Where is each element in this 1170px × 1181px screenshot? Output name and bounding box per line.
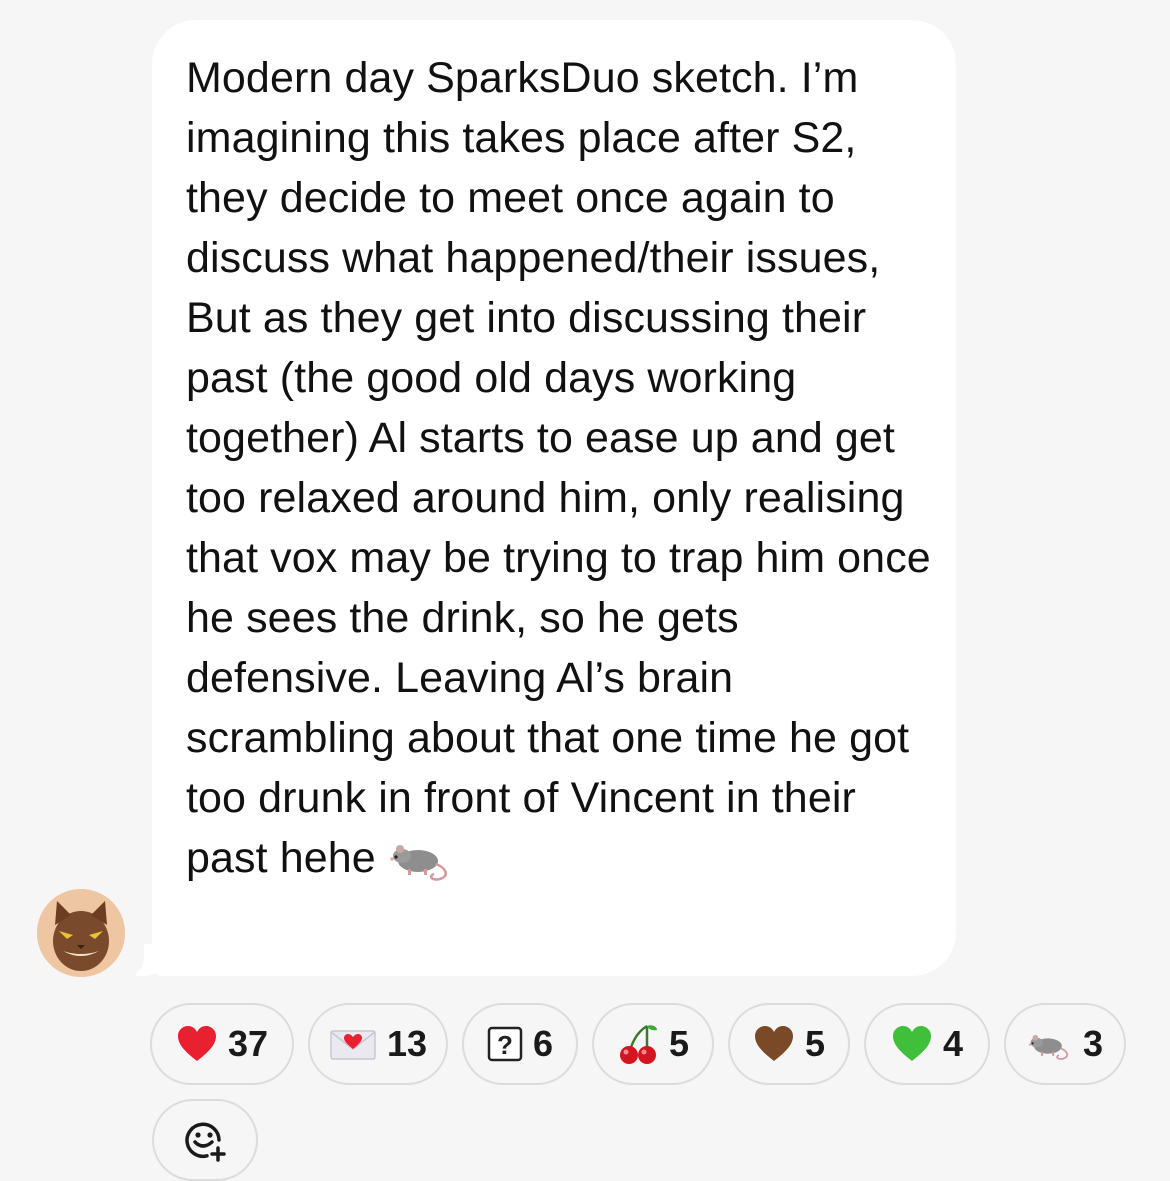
reaction-green-heart[interactable]: 4 [864,1003,990,1085]
sender-avatar[interactable] [37,889,125,977]
cat-avatar-icon [37,889,125,977]
reaction-red-heart[interactable]: 37 [150,1003,294,1085]
brown-heart-icon [754,1026,793,1061]
rat-icon [1028,1034,1069,1060]
add-reaction-icon [185,1122,226,1162]
reaction-brown-heart[interactable]: 5 [728,1003,850,1085]
reaction-cherries[interactable]: 5 [592,1003,714,1085]
reaction-count: 5 [804,1023,826,1064]
reactions-bar: 37 13 ? 6 5 5 4 3 [150,1003,1150,1089]
message-text-content: Modern day SparksDuo sketch. I’m imagini… [186,54,931,882]
rat-icon [390,845,447,881]
cherries-icon [619,1024,657,1064]
message-text: Modern day SparksDuo sketch. I’m imagini… [186,48,936,888]
reaction-count: 37 [227,1023,269,1064]
message-bubble[interactable]: Modern day SparksDuo sketch. I’m imagini… [152,20,956,976]
reaction-question-box[interactable]: ? 6 [462,1003,578,1085]
reaction-love-letter[interactable]: 13 [308,1003,448,1085]
green-heart-icon [892,1026,931,1061]
question-box-icon: ? [487,1026,523,1062]
svg-text:?: ? [497,1030,513,1060]
reaction-count: 6 [532,1023,554,1064]
red-heart-icon [177,1026,216,1061]
reaction-count: 5 [668,1023,690,1064]
reaction-count: 13 [386,1023,428,1064]
love-letter-icon [330,1030,376,1060]
reaction-rat[interactable]: 3 [1004,1003,1126,1085]
reaction-count: 4 [942,1023,964,1064]
add-reaction-button[interactable] [152,1099,258,1181]
reaction-count: 3 [1082,1023,1104,1064]
